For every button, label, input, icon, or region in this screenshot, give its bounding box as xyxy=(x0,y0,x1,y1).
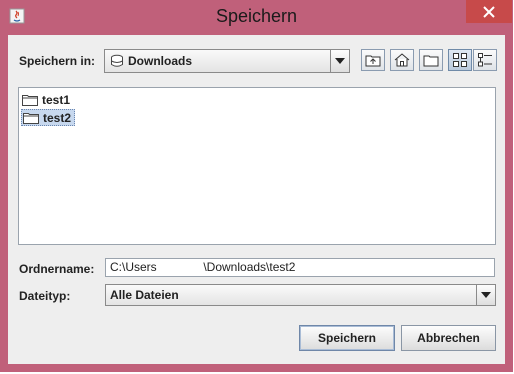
save-button[interactable]: Speichern xyxy=(299,325,395,351)
up-one-level-button[interactable] xyxy=(361,49,385,71)
drive-icon xyxy=(110,54,124,71)
close-button[interactable] xyxy=(466,0,512,23)
folder-icon xyxy=(23,112,39,124)
location-combo[interactable]: Downloads xyxy=(104,49,350,73)
location-value: Downloads xyxy=(128,54,193,68)
list-view-icon xyxy=(453,53,467,67)
details-view-button[interactable] xyxy=(473,49,497,71)
home-icon xyxy=(394,53,410,67)
folder-name-input[interactable]: C:\Users \Downloads\test2 xyxy=(105,258,495,277)
up-one-level-icon xyxy=(365,55,381,67)
chevron-down-icon[interactable] xyxy=(330,50,349,72)
dialog-content: Speichern in: Downloads test1 test2 Ordn… xyxy=(8,35,505,364)
new-folder-button[interactable] xyxy=(419,49,443,71)
folder-icon xyxy=(22,94,38,106)
file-name: test1 xyxy=(42,92,71,107)
file-type-value: Alle Dateien xyxy=(110,288,179,302)
details-view-icon xyxy=(478,53,492,67)
file-list-item[interactable]: test1 xyxy=(21,91,73,108)
home-button[interactable] xyxy=(390,49,414,71)
folder-name-label: Ordnername: xyxy=(19,262,95,276)
save-dialog: Speichern Speichern in: Downloads test1 … xyxy=(0,0,513,372)
file-type-combo[interactable]: Alle Dateien xyxy=(105,284,496,306)
file-list[interactable]: test1 test2 xyxy=(18,87,496,245)
cancel-button[interactable]: Abbrechen xyxy=(401,325,496,351)
window-title: Speichern xyxy=(215,6,298,26)
close-icon xyxy=(483,5,495,18)
title-bar[interactable]: Speichern xyxy=(0,0,513,35)
file-name: test2 xyxy=(43,110,72,125)
new-folder-icon xyxy=(423,55,439,67)
file-type-label: Dateityp: xyxy=(19,289,71,303)
chevron-down-icon[interactable] xyxy=(476,285,495,305)
list-view-button[interactable] xyxy=(448,49,472,71)
file-list-item[interactable]: test2 xyxy=(21,109,76,126)
save-in-label: Speichern in: xyxy=(19,54,96,68)
